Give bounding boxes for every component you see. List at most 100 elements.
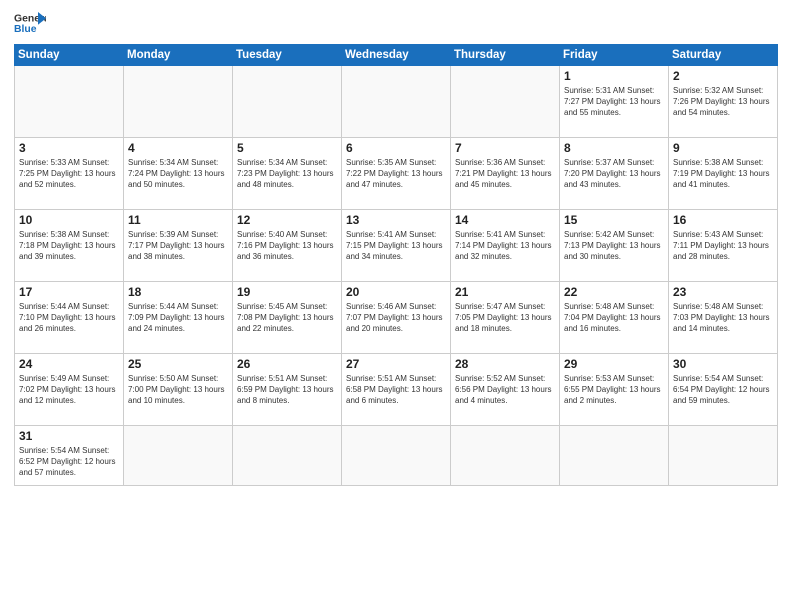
day-number: 14 bbox=[455, 213, 555, 227]
day-info: Sunrise: 5:31 AM Sunset: 7:27 PM Dayligh… bbox=[564, 85, 664, 119]
day-number: 16 bbox=[673, 213, 773, 227]
day-info: Sunrise: 5:41 AM Sunset: 7:15 PM Dayligh… bbox=[346, 229, 446, 263]
day-cell bbox=[124, 66, 233, 138]
day-number: 19 bbox=[237, 285, 337, 299]
day-cell: 9 Sunrise: 5:38 AM Sunset: 7:19 PM Daylig… bbox=[669, 138, 778, 210]
day-cell bbox=[233, 426, 342, 486]
week-row-5: 24 Sunrise: 5:49 AM Sunset: 7:02 PM Dayli… bbox=[15, 354, 778, 426]
day-info: Sunrise: 5:32 AM Sunset: 7:26 PM Dayligh… bbox=[673, 85, 773, 119]
day-info: Sunrise: 5:46 AM Sunset: 7:07 PM Dayligh… bbox=[346, 301, 446, 335]
day-number: 9 bbox=[673, 141, 773, 155]
day-number: 30 bbox=[673, 357, 773, 371]
day-cell: 13 Sunrise: 5:41 AM Sunset: 7:15 PM Dayli… bbox=[342, 210, 451, 282]
svg-text:Blue: Blue bbox=[14, 24, 37, 35]
day-cell bbox=[451, 66, 560, 138]
day-number: 25 bbox=[128, 357, 228, 371]
day-cell: 23 Sunrise: 5:48 AM Sunset: 7:03 PM Dayli… bbox=[669, 282, 778, 354]
day-cell bbox=[342, 66, 451, 138]
col-header-friday: Friday bbox=[560, 45, 669, 66]
col-header-wednesday: Wednesday bbox=[342, 45, 451, 66]
day-cell: 14 Sunrise: 5:41 AM Sunset: 7:14 PM Dayli… bbox=[451, 210, 560, 282]
day-cell: 26 Sunrise: 5:51 AM Sunset: 6:59 PM Dayli… bbox=[233, 354, 342, 426]
day-cell: 22 Sunrise: 5:48 AM Sunset: 7:04 PM Dayli… bbox=[560, 282, 669, 354]
day-info: Sunrise: 5:38 AM Sunset: 7:19 PM Dayligh… bbox=[673, 157, 773, 191]
week-row-6: 31 Sunrise: 5:54 AM Sunset: 6:52 PM Dayli… bbox=[15, 426, 778, 486]
day-info: Sunrise: 5:49 AM Sunset: 7:02 PM Dayligh… bbox=[19, 373, 119, 407]
day-cell: 29 Sunrise: 5:53 AM Sunset: 6:55 PM Dayli… bbox=[560, 354, 669, 426]
col-header-thursday: Thursday bbox=[451, 45, 560, 66]
day-info: Sunrise: 5:34 AM Sunset: 7:23 PM Dayligh… bbox=[237, 157, 337, 191]
day-info: Sunrise: 5:53 AM Sunset: 6:55 PM Dayligh… bbox=[564, 373, 664, 407]
day-number: 12 bbox=[237, 213, 337, 227]
day-number: 22 bbox=[564, 285, 664, 299]
day-number: 5 bbox=[237, 141, 337, 155]
day-number: 10 bbox=[19, 213, 119, 227]
day-info: Sunrise: 5:36 AM Sunset: 7:21 PM Dayligh… bbox=[455, 157, 555, 191]
day-cell bbox=[233, 66, 342, 138]
day-number: 20 bbox=[346, 285, 446, 299]
day-info: Sunrise: 5:37 AM Sunset: 7:20 PM Dayligh… bbox=[564, 157, 664, 191]
day-number: 27 bbox=[346, 357, 446, 371]
day-cell: 18Sunrise: 5:44 AM Sunset: 7:09 PM Dayli… bbox=[124, 282, 233, 354]
day-number: 3 bbox=[19, 141, 119, 155]
col-header-saturday: Saturday bbox=[669, 45, 778, 66]
day-cell: 30 Sunrise: 5:54 AM Sunset: 6:54 PM Dayli… bbox=[669, 354, 778, 426]
day-number: 15 bbox=[564, 213, 664, 227]
col-header-sunday: Sunday bbox=[15, 45, 124, 66]
page: General Blue SundayMondayTuesdayWednesda… bbox=[0, 0, 792, 612]
day-number: 31 bbox=[19, 429, 119, 443]
day-cell: 8 Sunrise: 5:37 AM Sunset: 7:20 PM Daylig… bbox=[560, 138, 669, 210]
week-row-1: 1 Sunrise: 5:31 AM Sunset: 7:27 PM Daylig… bbox=[15, 66, 778, 138]
week-row-2: 3Sunrise: 5:33 AM Sunset: 7:25 PM Daylig… bbox=[15, 138, 778, 210]
day-number: 29 bbox=[564, 357, 664, 371]
day-info: Sunrise: 5:43 AM Sunset: 7:11 PM Dayligh… bbox=[673, 229, 773, 263]
day-info: Sunrise: 5:50 AM Sunset: 7:00 PM Dayligh… bbox=[128, 373, 228, 407]
day-info: Sunrise: 5:48 AM Sunset: 7:04 PM Dayligh… bbox=[564, 301, 664, 335]
day-cell bbox=[124, 426, 233, 486]
day-cell bbox=[560, 426, 669, 486]
day-cell: 12 Sunrise: 5:40 AM Sunset: 7:16 PM Dayli… bbox=[233, 210, 342, 282]
day-number: 17 bbox=[19, 285, 119, 299]
day-cell bbox=[451, 426, 560, 486]
day-number: 7 bbox=[455, 141, 555, 155]
logo-icon: General Blue bbox=[14, 10, 46, 38]
day-number: 23 bbox=[673, 285, 773, 299]
day-number: 28 bbox=[455, 357, 555, 371]
day-info: Sunrise: 5:40 AM Sunset: 7:16 PM Dayligh… bbox=[237, 229, 337, 263]
day-cell bbox=[669, 426, 778, 486]
day-number: 2 bbox=[673, 69, 773, 83]
day-info: Sunrise: 5:54 AM Sunset: 6:52 PM Dayligh… bbox=[19, 445, 119, 479]
day-info: Sunrise: 5:44 AM Sunset: 7:09 PM Dayligh… bbox=[128, 301, 228, 335]
calendar-table: SundayMondayTuesdayWednesdayThursdayFrid… bbox=[14, 44, 778, 486]
day-cell: 6Sunrise: 5:35 AM Sunset: 7:22 PM Daylig… bbox=[342, 138, 451, 210]
day-info: Sunrise: 5:48 AM Sunset: 7:03 PM Dayligh… bbox=[673, 301, 773, 335]
day-cell: 28Sunrise: 5:52 AM Sunset: 6:56 PM Dayli… bbox=[451, 354, 560, 426]
day-cell: 2 Sunrise: 5:32 AM Sunset: 7:26 PM Daylig… bbox=[669, 66, 778, 138]
day-cell: 27 Sunrise: 5:51 AM Sunset: 6:58 PM Dayli… bbox=[342, 354, 451, 426]
day-cell: 16 Sunrise: 5:43 AM Sunset: 7:11 PM Dayli… bbox=[669, 210, 778, 282]
day-info: Sunrise: 5:54 AM Sunset: 6:54 PM Dayligh… bbox=[673, 373, 773, 407]
day-number: 26 bbox=[237, 357, 337, 371]
day-info: Sunrise: 5:51 AM Sunset: 6:58 PM Dayligh… bbox=[346, 373, 446, 407]
col-header-tuesday: Tuesday bbox=[233, 45, 342, 66]
day-cell: 3Sunrise: 5:33 AM Sunset: 7:25 PM Daylig… bbox=[15, 138, 124, 210]
day-cell bbox=[342, 426, 451, 486]
day-info: Sunrise: 5:42 AM Sunset: 7:13 PM Dayligh… bbox=[564, 229, 664, 263]
day-number: 24 bbox=[19, 357, 119, 371]
day-info: Sunrise: 5:41 AM Sunset: 7:14 PM Dayligh… bbox=[455, 229, 555, 263]
logo: General Blue bbox=[14, 10, 46, 38]
day-cell: 10Sunrise: 5:38 AM Sunset: 7:18 PM Dayli… bbox=[15, 210, 124, 282]
day-number: 13 bbox=[346, 213, 446, 227]
col-header-monday: Monday bbox=[124, 45, 233, 66]
day-cell: 31 Sunrise: 5:54 AM Sunset: 6:52 PM Dayli… bbox=[15, 426, 124, 486]
day-info: Sunrise: 5:51 AM Sunset: 6:59 PM Dayligh… bbox=[237, 373, 337, 407]
day-cell: 19Sunrise: 5:45 AM Sunset: 7:08 PM Dayli… bbox=[233, 282, 342, 354]
day-number: 21 bbox=[455, 285, 555, 299]
day-cell: 24 Sunrise: 5:49 AM Sunset: 7:02 PM Dayli… bbox=[15, 354, 124, 426]
day-number: 8 bbox=[564, 141, 664, 155]
day-number: 1 bbox=[564, 69, 664, 83]
day-info: Sunrise: 5:47 AM Sunset: 7:05 PM Dayligh… bbox=[455, 301, 555, 335]
day-info: Sunrise: 5:39 AM Sunset: 7:17 PM Dayligh… bbox=[128, 229, 228, 263]
day-cell: 1 Sunrise: 5:31 AM Sunset: 7:27 PM Daylig… bbox=[560, 66, 669, 138]
day-cell: 25 Sunrise: 5:50 AM Sunset: 7:00 PM Dayli… bbox=[124, 354, 233, 426]
